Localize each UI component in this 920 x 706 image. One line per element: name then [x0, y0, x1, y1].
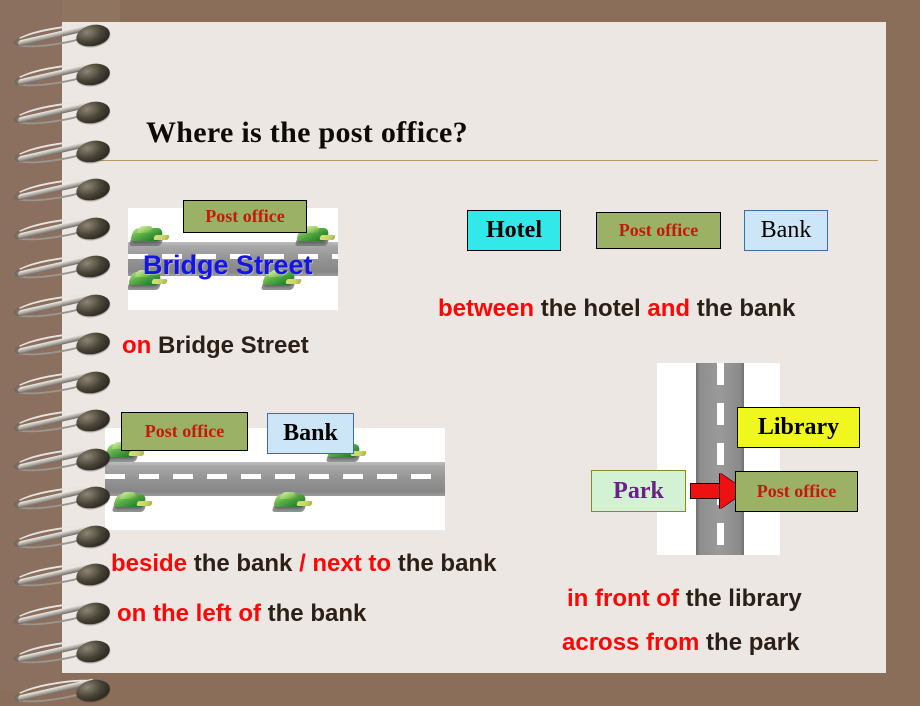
caption-highlight-left-of: on the left of	[117, 600, 261, 627]
post-office-box-bridge: Post office	[183, 200, 307, 233]
bank-box-between: Bank	[744, 210, 828, 251]
post-office-box-beside: Post office	[121, 412, 248, 451]
caption-text: Bridge Street	[158, 332, 309, 359]
caption-highlight-and: and	[647, 295, 691, 322]
caption-text-bank-3: the bank	[260, 600, 367, 627]
page-title: Where is the post office?	[146, 116, 468, 149]
caption-in-front-of-library: in front of the library	[567, 585, 802, 613]
caption-between-hotel-bank: between the hotel and the bank	[438, 295, 795, 323]
slide: Where is the post office? Bridge Street …	[0, 0, 920, 706]
caption-across-from-park: across from the park	[562, 629, 799, 657]
caption-text-bank-1: the bank	[187, 550, 300, 577]
caption-text-park: the park	[699, 629, 800, 656]
caption-on-the-left-of-bank: on the left of the bank	[117, 600, 366, 628]
caption-highlight-beside: beside	[111, 550, 188, 577]
caption-highlight-across-from: across from	[562, 629, 700, 656]
car-icon	[111, 492, 153, 512]
park-box: Park	[591, 470, 686, 512]
caption-highlight-between: between	[438, 295, 535, 322]
caption-highlight: on	[122, 332, 152, 359]
road-center-dashes	[717, 363, 724, 555]
caption-rest	[151, 332, 158, 359]
post-office-box-between: Post office	[596, 212, 721, 249]
bridge-street-street-label: Bridge Street	[143, 250, 313, 280]
post-office-box-in-front: Post office	[735, 471, 858, 512]
in-front-of-library-image	[657, 363, 780, 555]
road-center-dashes	[105, 474, 445, 479]
caption-text-bank-2: the bank	[391, 550, 497, 577]
library-box: Library	[737, 407, 860, 448]
caption-text-library: the library	[678, 585, 802, 612]
horizontal-road	[105, 462, 445, 496]
car-icon	[128, 226, 170, 246]
car-icon	[271, 492, 313, 512]
hotel-box: Hotel	[467, 210, 561, 251]
caption-on-bridge-street: on Bridge Street	[122, 332, 309, 360]
caption-text-bank: the bank	[690, 295, 796, 322]
caption-highlight-next-to: / next to	[299, 550, 392, 577]
background-binding-strip	[0, 0, 62, 690]
caption-text-hotel: the hotel	[534, 295, 648, 322]
caption-highlight-in-front-of: in front of	[567, 585, 679, 612]
bank-box-beside: Bank	[267, 413, 354, 454]
caption-beside-bank: beside the bank / next to the bank	[111, 550, 496, 578]
title-divider	[100, 160, 878, 161]
